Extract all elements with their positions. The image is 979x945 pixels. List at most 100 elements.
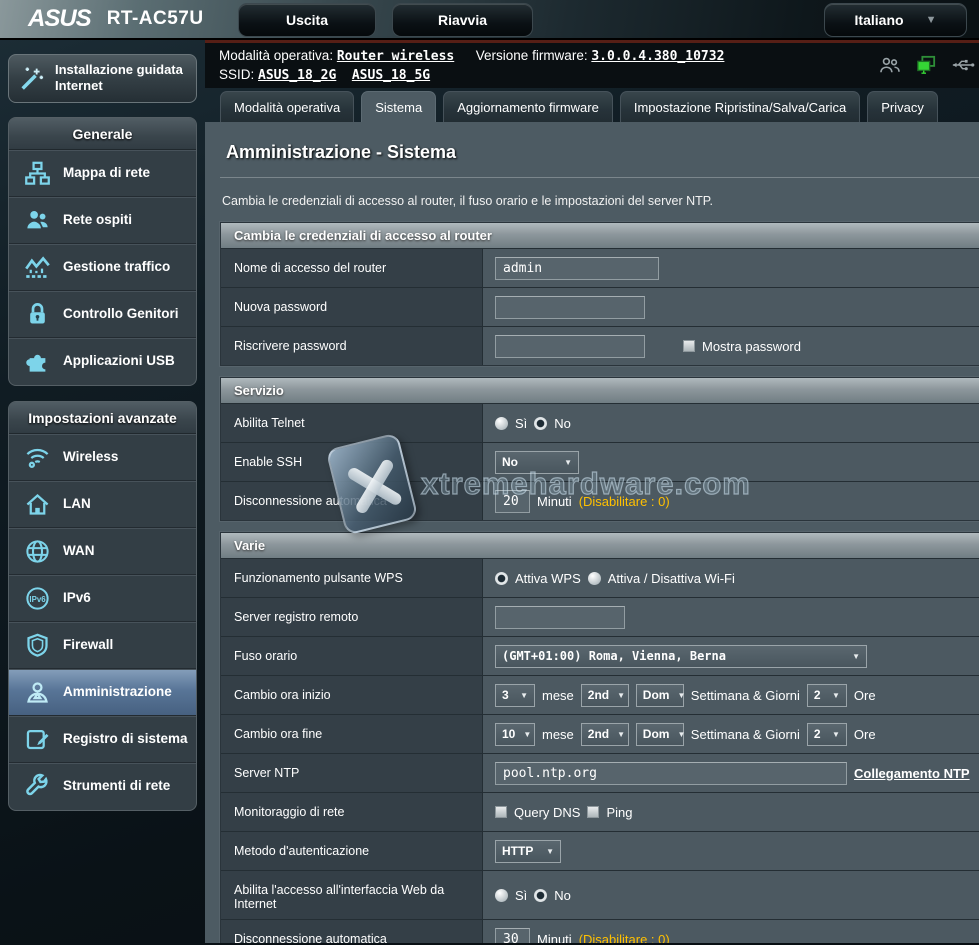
sidebar-item-traffic-manager[interactable]: Gestione traffico [9,244,196,291]
ssh-select-value: No [502,455,518,469]
sidebar-item-network-map[interactable]: Mappa di rete [9,150,196,197]
row-auto-logout: Disconnessione automatica Minuti (Disabi… [221,481,979,520]
unit-label: Minuti [537,932,572,944]
dns-query-label[interactable]: Query DNS [514,805,580,820]
sidebar-item-label: Applicazioni USB [63,353,175,369]
auth-method-select[interactable]: HTTP ▼ [495,840,561,863]
telnet-no-radio[interactable] [534,417,547,430]
traffic-manager-icon [22,254,52,281]
auto-logout-input[interactable] [495,490,530,513]
sidebar-item-wireless[interactable]: Wireless [9,434,196,481]
dst-start-week-select[interactable]: 2nd▼ [581,684,629,707]
sidebar-item-label: Mappa di rete [63,165,150,181]
dns-query-checkbox[interactable] [495,806,507,818]
wps-toggle-wifi-radio[interactable] [588,572,601,585]
hour-label: Ore [854,688,876,703]
value: 3 [502,688,509,702]
dst-end-month-select[interactable]: 10▼ [495,723,535,746]
tab-operation-mode[interactable]: Modalità operativa [220,91,354,122]
status-header: Modalità operativa: Router wireless Vers… [205,40,979,88]
ntp-server-input[interactable] [495,762,847,785]
dst-end-day-select[interactable]: Dom▼ [636,723,684,746]
dst-end-hour-select[interactable]: 2▼ [807,723,847,746]
ssid-5g-link[interactable]: ASUS_18_5G [352,68,430,83]
sidebar-item-system-log[interactable]: Registro di sistema [9,716,196,763]
sidebar-item-label: Gestione traffico [63,259,170,275]
sidebar-item-usb-applications[interactable]: Applicazioni USB [9,338,196,385]
wps-activate-label[interactable]: Attiva WPS [515,571,581,586]
sidebar-item-wan[interactable]: WAN [9,528,196,575]
field-label: Disconnessione automatica [221,920,483,943]
disable-hint: (Disabilitare : 0) [579,932,670,944]
remote-log-input[interactable] [495,606,625,629]
dst-start-month-select[interactable]: 3▼ [495,684,535,707]
tab-privacy[interactable]: Privacy [867,91,938,122]
value: 2 [814,727,821,741]
telnet-no-label[interactable]: No [554,416,571,431]
wps-activate-radio[interactable] [495,572,508,585]
sidebar-item-ipv6[interactable]: IPv6 IPv6 [9,575,196,622]
tab-bar: Modalità operativa Sistema Aggiornamento… [205,88,979,122]
reboot-button[interactable]: Riavvia [392,3,533,37]
tab-system[interactable]: Sistema [361,91,436,122]
tab-firmware-upgrade[interactable]: Aggiornamento firmware [443,91,613,122]
dst-start-day-select[interactable]: Dom▼ [636,684,684,707]
telnet-yes-label[interactable]: Sì [515,416,527,431]
sidebar-group-title: Generale [9,118,196,150]
clients-icon[interactable] [879,56,901,74]
chevron-down-icon: ▼ [926,14,937,26]
ping-checkbox[interactable] [587,806,599,818]
ping-label[interactable]: Ping [606,805,632,820]
sidebar-item-administration[interactable]: Amministrazione [9,669,196,716]
wps-toggle-wifi-label[interactable]: Attiva / Disattiva Wi-Fi [608,571,735,586]
sidebar-item-quick-setup[interactable]: Installazione guidata Internet [8,54,197,103]
ssid-label: SSID: [219,67,254,82]
chevron-down-icon: ▼ [852,652,860,661]
sidebar-item-parental-control[interactable]: Controllo Genitori [9,291,196,338]
router-login-input[interactable] [495,257,659,280]
chevron-down-icon: ▼ [564,458,572,467]
field-label: Nuova password [221,288,483,326]
lan-devices-icon[interactable] [915,55,937,75]
telnet-yes-radio[interactable] [495,417,508,430]
dst-end-week-select[interactable]: 2nd▼ [581,723,629,746]
ssh-select[interactable]: No ▼ [495,451,579,474]
web-access-yes-label[interactable]: Sì [515,888,527,903]
field-label: Abilita l'accesso all'interfaccia Web da… [221,871,483,919]
ssid-2g-link[interactable]: ASUS_18_2G [258,68,336,83]
show-password-checkbox[interactable] [683,340,695,352]
logout-button[interactable]: Uscita [238,3,376,37]
timezone-select[interactable]: (GMT+01:00) Roma, Vienna, Berna ▼ [495,645,867,668]
title-divider [220,177,979,178]
sidebar-item-label: IPv6 [63,590,91,606]
tab-restore-save-upload[interactable]: Impostazione Ripristina/Salva/Carica [620,91,860,122]
new-password-input[interactable] [495,296,645,319]
dst-start-hour-select[interactable]: 2▼ [807,684,847,707]
ntp-link[interactable]: Collegamento NTP [854,766,970,781]
show-password-label[interactable]: Mostra password [702,339,801,354]
sidebar-item-lan[interactable]: LAN [9,481,196,528]
sidebar-item-guest-network[interactable]: Rete ospiti [9,197,196,244]
top-banner: ASUS RT-AC57U Uscita Riavvia Italiano ▼ [0,0,979,40]
firmware-label: Versione firmware: [476,48,588,63]
web-access-no-label[interactable]: No [554,888,571,903]
auto-logout-input-2[interactable] [495,928,530,944]
hour-label: Ore [854,727,876,742]
web-access-no-radio[interactable] [534,889,547,902]
retype-password-input[interactable] [495,335,645,358]
main-panel: Amministrazione - Sistema Cambia le cred… [205,122,979,943]
field-label: Cambio ora fine [221,715,483,753]
field-label: Funzionamento pulsante WPS [221,559,483,597]
web-access-yes-radio[interactable] [495,889,508,902]
sidebar-item-network-tools[interactable]: Strumenti di rete [9,763,196,810]
op-mode-link[interactable]: Router wireless [337,49,454,64]
language-select[interactable]: Italiano ▼ [824,3,967,37]
field-label: Riscrivere password [221,327,483,365]
firmware-link[interactable]: 3.0.0.4.380_10732 [591,49,724,64]
value: 2 [814,688,821,702]
sidebar-item-label: Installazione guidata Internet [55,62,188,95]
svg-text:IPv6: IPv6 [29,594,46,603]
sidebar-item-firewall[interactable]: Firewall [9,622,196,669]
row-enable-ssh: Enable SSH No ▼ [221,442,979,481]
usb-icon[interactable] [951,57,975,73]
